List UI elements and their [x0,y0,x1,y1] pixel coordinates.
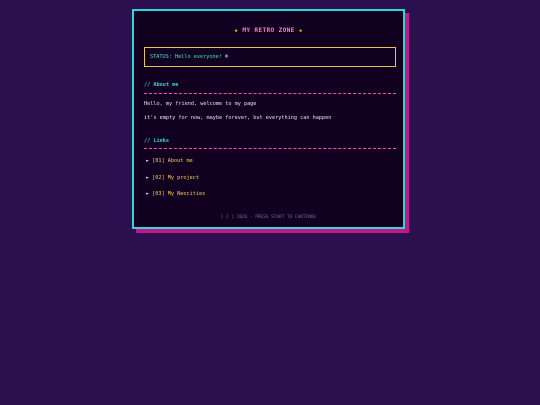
link-label: [01] About me [152,158,193,164]
star-right-icon: ★ [298,27,303,34]
links-heading: // Links [144,138,169,144]
link-label: [02] My project [152,175,199,181]
about-line-2: it's empty for now, maybe forever, but e… [144,115,332,121]
arrow-right-icon: ► [146,175,150,181]
main-card: ★ MY RETRO ZONE ★ STATUS: Hello everyone… [132,9,405,229]
status-box: STATUS: Hello everyone! ☻ [144,47,396,67]
site-title: MY RETRO ZONE [242,27,295,34]
link-my-neocities[interactable]: ► [03] My Neocities [146,191,205,197]
about-line-1: Hello, my friend, welcome to my page [144,101,257,107]
arrow-right-icon: ► [146,158,150,164]
links-divider [144,148,396,149]
star-left-icon: ★ [234,27,239,34]
status-text: STATUS: Hello everyone! [150,54,222,60]
page-title: ★ MY RETRO ZONE ★ [134,27,403,34]
about-divider [144,93,396,94]
link-label: [03] My Neocities [152,191,206,197]
about-heading: // About me [144,82,179,88]
footer-text: [ C ] 2026 - PRESS START TO CONTINUE [220,215,317,220]
link-my-project[interactable]: ► [02] My project [146,175,199,181]
link-about-me[interactable]: ► [01] About me [146,158,193,164]
arrow-right-icon: ► [146,191,150,197]
smiley-icon: ☻ [224,54,228,60]
